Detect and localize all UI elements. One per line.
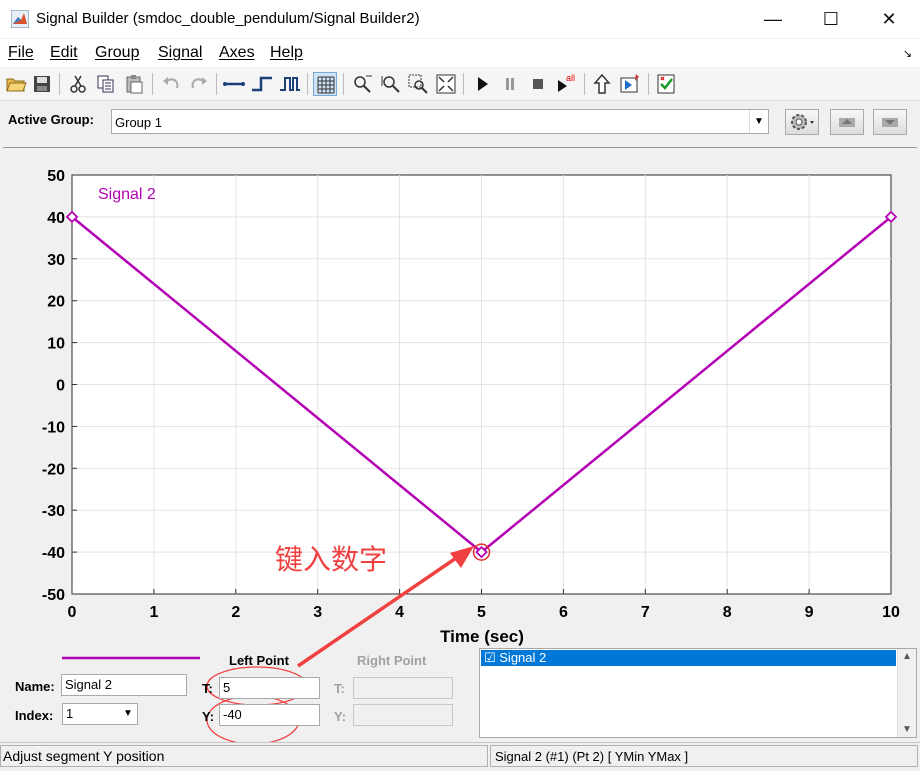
status-bar: Adjust segment Y position Signal 2 (#1) … (0, 742, 920, 771)
active-group-label: Active Group: (8, 112, 94, 127)
active-group-select[interactable]: Group 1 ▼ (111, 109, 769, 134)
signal-list-item[interactable]: ☑ Signal 2 (481, 650, 896, 666)
show-block-icon[interactable] (618, 72, 642, 96)
plot-frame (3, 147, 917, 641)
active-group-bar: Active Group: Group 1 ▼ (0, 102, 920, 144)
active-group-value: Group 1 (115, 115, 162, 130)
right-y-label: Y: (334, 709, 347, 724)
menu-signal[interactable]: Signal (158, 44, 202, 62)
zoom-box-icon[interactable] (406, 72, 430, 96)
signal-list[interactable]: ☑ Signal 2 ▲ ▼ (479, 648, 917, 738)
dock-arrow-icon[interactable]: ↘ (903, 47, 912, 60)
toolbar: all (0, 68, 920, 101)
maximize-button[interactable]: ☐ (802, 0, 860, 38)
step-signal-icon[interactable] (250, 72, 274, 96)
index-select[interactable]: 1 ▼ (62, 703, 138, 725)
index-label: Index: (15, 708, 54, 723)
verification-icon[interactable] (654, 72, 678, 96)
left-point-label: Left Point (229, 653, 289, 668)
name-label: Name: (15, 679, 55, 694)
matlab-logo-icon (10, 9, 30, 29)
paste-icon[interactable] (122, 72, 146, 96)
menu-axes[interactable]: Axes (219, 44, 255, 62)
group-next-button[interactable] (873, 109, 907, 135)
series-legend-line (62, 656, 200, 660)
right-y-field (353, 704, 453, 726)
stop-icon[interactable] (526, 72, 550, 96)
left-y-field[interactable]: -40 (219, 704, 320, 726)
copy-icon[interactable] (94, 72, 118, 96)
triangle-down-icon (882, 118, 898, 127)
menu-edit[interactable]: Edit (50, 44, 78, 62)
open-folder-icon[interactable] (4, 72, 28, 96)
signal-list-scrollbar[interactable]: ▲ ▼ (897, 649, 916, 737)
group-settings-button[interactable] (785, 109, 819, 135)
left-t-field[interactable]: 5 (219, 677, 320, 699)
right-t-field (353, 677, 453, 699)
zoom-x-icon[interactable] (350, 72, 374, 96)
menu-help[interactable]: Help (270, 44, 303, 62)
minimize-button[interactable]: — (744, 0, 802, 38)
left-t-label: T: (202, 681, 213, 696)
zoom-y-icon[interactable] (378, 72, 402, 96)
close-button[interactable]: ✕ (860, 0, 918, 38)
right-point-label: Right Point (357, 653, 427, 668)
window-title: Signal Builder (smdoc_double_pendulum/Si… (36, 10, 420, 27)
save-icon[interactable] (30, 72, 54, 96)
index-value: 1 (66, 706, 74, 721)
status-message: Adjust segment Y position (0, 745, 488, 767)
title-bar: Signal Builder (smdoc_double_pendulum/Si… (0, 0, 920, 38)
triangle-up-icon (839, 118, 855, 127)
cut-icon[interactable] (66, 72, 90, 96)
menu-file[interactable]: File (8, 44, 34, 62)
play-all-icon[interactable]: all (554, 72, 578, 96)
chevron-down-icon[interactable]: ▼ (119, 704, 137, 724)
menu-group[interactable]: Group (95, 44, 139, 62)
chevron-down-icon[interactable]: ▼ (749, 110, 768, 133)
undo-icon[interactable] (159, 72, 183, 96)
scroll-down-icon[interactable]: ▼ (898, 724, 916, 735)
left-y-label: Y: (202, 709, 215, 724)
up-arrow-icon[interactable] (590, 72, 614, 96)
menu-bar: File Edit Group Signal Axes Help ↘ (0, 39, 920, 67)
name-field[interactable]: Signal 2 (61, 674, 187, 696)
pulse-signal-icon[interactable] (278, 72, 302, 96)
fit-view-icon[interactable] (434, 72, 458, 96)
group-prev-button[interactable] (830, 109, 864, 135)
gear-icon (791, 114, 814, 130)
pause-icon[interactable] (498, 72, 522, 96)
status-selection: Signal 2 (#1) (Pt 2) [ YMin YMax ] (490, 745, 918, 767)
right-t-label: T: (334, 681, 345, 696)
redo-icon[interactable] (187, 72, 211, 96)
svg-text:all: all (566, 73, 575, 83)
scroll-up-icon[interactable]: ▲ (898, 651, 916, 662)
snap-grid-icon[interactable] (313, 72, 337, 96)
constant-signal-icon[interactable] (222, 72, 246, 96)
play-icon[interactable] (470, 72, 494, 96)
